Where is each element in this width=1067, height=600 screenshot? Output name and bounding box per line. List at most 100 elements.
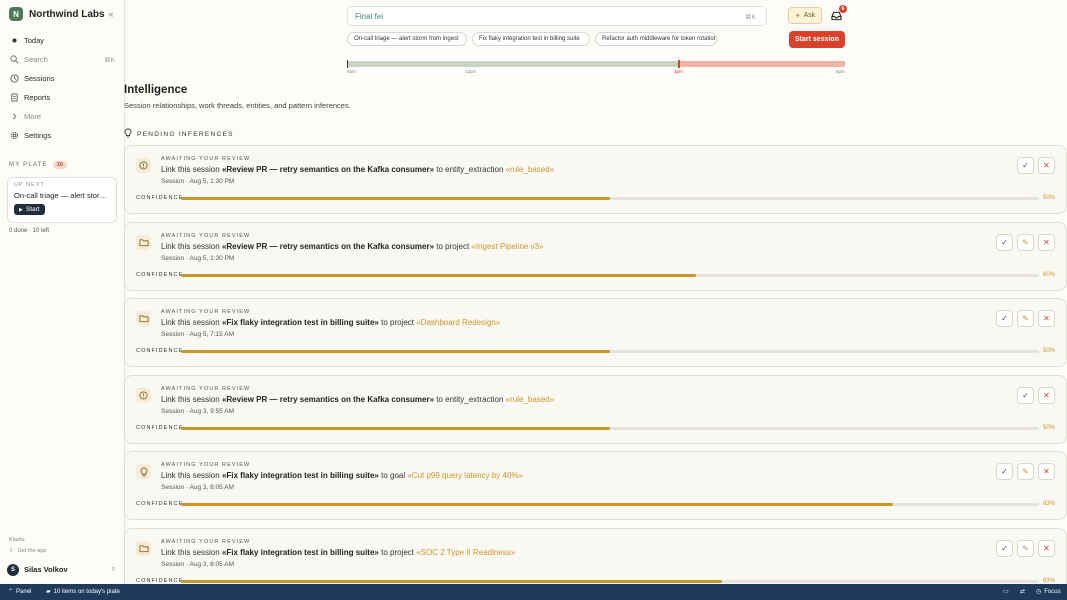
confidence-value: 50% <box>1042 348 1055 354</box>
start-session-button[interactable]: Start session <box>789 31 845 48</box>
session-link[interactable]: «Fix flaky integration test in billing s… <box>222 318 379 327</box>
day-timeline[interactable]: 9am 12pm 3pm 6pm <box>347 60 845 75</box>
card-status: AWAITING YOUR REVIEW <box>161 385 251 392</box>
target-link[interactable]: «Cut p99 query latency by 40%» <box>407 471 523 480</box>
folder-icon <box>136 311 151 326</box>
chevron-right-icon <box>10 112 19 121</box>
target-link[interactable]: «Ingest Pipeline v3» <box>471 242 543 251</box>
close-icon: ✕ <box>1043 390 1050 400</box>
focus-toggle[interactable]: ◷ Focus <box>1036 588 1061 596</box>
session-link[interactable]: «Review PR — retry semantics on the Kafk… <box>222 395 434 404</box>
sidebar-item-label: Search <box>24 55 48 64</box>
confidence-label: CONFIDENCE <box>136 348 184 354</box>
target-link[interactable]: «rule_based» <box>506 165 554 174</box>
timeline-tick: 3pm <box>674 69 683 74</box>
approve-button[interactable]: ✓ <box>996 233 1013 251</box>
plate-count-badge: 10 <box>52 161 67 169</box>
my-plate-header: MY PLATE 10 <box>9 161 67 169</box>
session-link[interactable]: «Fix flaky integration test in billing s… <box>222 548 379 557</box>
approve-button[interactable]: ✓ <box>1017 157 1034 174</box>
session-chip[interactable]: Fix flaky integration test in billing su… <box>472 32 590 46</box>
alert-circle-icon <box>136 387 151 403</box>
approve-button[interactable]: ✓ <box>996 539 1013 557</box>
reject-button[interactable]: ✕ <box>1038 539 1055 557</box>
target-link[interactable]: «SOC 2 Type II Readiness» <box>416 548 515 557</box>
edit-button[interactable]: ✎ <box>1017 310 1034 327</box>
sidebar-item-search[interactable]: Search ⌘K <box>0 50 125 69</box>
inference-card: AWAITING YOUR REVIEW Link this session «F… <box>124 451 1067 520</box>
up-next-card[interactable]: UP NEXT On-call triage — alert storm fro… <box>7 177 117 223</box>
approve-button[interactable]: ✓ <box>1017 386 1034 404</box>
chat-icon[interactable]: ▭ <box>1003 588 1012 595</box>
confidence-value: 83% <box>1042 501 1055 507</box>
sidebar-item-sessions[interactable]: Sessions <box>0 69 125 88</box>
session-link[interactable]: «Review PR — retry semantics on the Kafk… <box>222 165 434 174</box>
sidebar-item-today[interactable]: Today <box>0 31 125 50</box>
sidebar-item-label: More <box>24 112 42 121</box>
search-icon <box>10 55 19 64</box>
inference-card: AWAITING YOUR REVIEW Link this session «R… <box>124 374 1067 444</box>
inference-prefix: Link this session <box>161 394 220 404</box>
session-meta: Session · Aug 3, 8:05 AM <box>161 484 234 491</box>
workspace-label: Klaetu <box>9 537 25 543</box>
user-name: Silas Volkov <box>24 565 68 574</box>
section-label: PENDING INFERENCES <box>137 130 234 138</box>
user-menu[interactable]: S Silas Volkov ⇳ <box>7 563 118 576</box>
sidebar-item-more[interactable]: More <box>0 107 125 126</box>
search-shortcut: ⌘K <box>745 14 756 21</box>
confidence-bar <box>181 503 1039 506</box>
check-icon: ✓ <box>1001 314 1008 323</box>
ask-button[interactable]: ✦ Ask <box>788 7 822 24</box>
close-icon: ✕ <box>1043 467 1050 476</box>
session-chip[interactable]: Refactor auth middleware for token rotat… <box>595 32 717 46</box>
session-link[interactable]: «Review PR — retry semantics on the Kafk… <box>222 242 434 251</box>
edit-button[interactable]: ✎ <box>1017 233 1034 251</box>
approve-button[interactable]: ✓ <box>996 310 1013 327</box>
reject-button[interactable]: ✕ <box>1038 157 1055 174</box>
start-label: Start <box>25 206 40 213</box>
approve-button[interactable]: ✓ <box>996 463 1013 480</box>
confidence-fill <box>181 579 722 583</box>
reject-button[interactable]: ✕ <box>1038 463 1055 480</box>
timeline-tick: 6pm <box>836 69 845 74</box>
up-next-start-button[interactable]: ▶ Start <box>14 204 45 215</box>
confidence-label: CONFIDENCE <box>136 577 184 584</box>
collapse-sidebar-icon[interactable]: « <box>105 8 117 20</box>
pencil-icon: ✎ <box>1022 237 1029 247</box>
sidebar-nav: Today Search ⌘K Sessions Reports More Se… <box>0 31 125 145</box>
plate-status[interactable]: ▰ 10 items on today's plate <box>46 588 120 596</box>
sidebar-item-reports[interactable]: Reports <box>0 88 125 107</box>
chevron-updown-icon: ⇳ <box>110 567 116 573</box>
brand[interactable]: N Northwind Labs <box>9 7 105 21</box>
edit-button[interactable]: ✎ <box>1017 539 1034 557</box>
inference-text: Link this session «Fix flaky integration… <box>161 548 515 557</box>
inference-connector: to project <box>381 318 414 327</box>
card-status: AWAITING YOUR REVIEW <box>161 232 251 239</box>
chevron-up-icon: ⌃ <box>8 589 14 595</box>
session-link[interactable]: «Fix flaky integration test in billing s… <box>222 471 379 480</box>
sidebar-item-settings[interactable]: Settings <box>0 126 125 145</box>
reject-button[interactable]: ✕ <box>1038 233 1055 251</box>
session-chip[interactable]: On-call triage — alert storm from ingest <box>347 32 467 46</box>
check-icon: ✓ <box>1001 543 1008 553</box>
check-icon: ✓ <box>1022 161 1029 170</box>
search-bar[interactable]: ⌘K <box>347 6 767 26</box>
brand-logo: N <box>9 7 23 21</box>
target-link[interactable]: «rule_based» <box>506 395 554 404</box>
swap-icon[interactable]: ⇄ <box>1020 588 1028 595</box>
get-app-link[interactable]: ⇩ Get the app <box>9 548 46 554</box>
check-icon: ✓ <box>1001 467 1008 476</box>
reject-button[interactable]: ✕ <box>1038 386 1055 404</box>
panel-toggle[interactable]: ⌃ Panel <box>8 588 31 596</box>
reject-button[interactable]: ✕ <box>1038 310 1055 327</box>
confidence-value: 50% <box>1042 424 1055 431</box>
search-input[interactable] <box>355 12 715 21</box>
sidebar-item-label: Settings <box>24 131 52 140</box>
edit-button[interactable]: ✎ <box>1017 463 1034 480</box>
confidence-bar <box>181 350 1039 353</box>
timeline-past <box>347 61 678 67</box>
confidence-fill <box>181 503 894 506</box>
plate-progress: 0 done · 10 left <box>9 228 50 234</box>
card-status: AWAITING YOUR REVIEW <box>161 309 251 315</box>
target-link[interactable]: «Dashboard Redesign» <box>416 318 500 327</box>
